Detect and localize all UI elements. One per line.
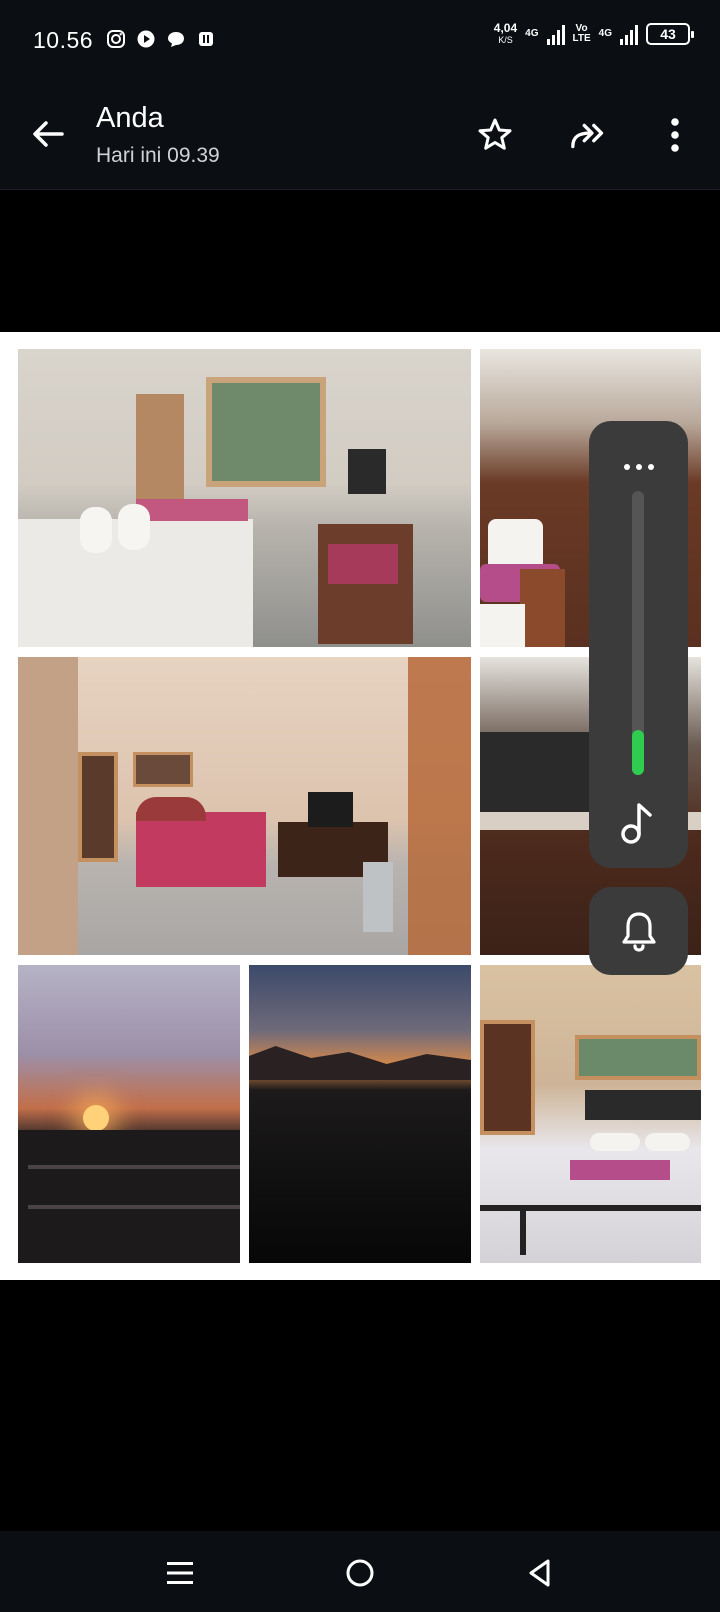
back-arrow-icon: [33, 121, 64, 147]
volte-indicator: Vo LTE: [573, 24, 591, 44]
back-button[interactable]: [28, 114, 68, 154]
volume-slider[interactable]: [632, 491, 644, 775]
sim2-label: 4G: [598, 28, 612, 39]
sim1-signal-icon: [546, 23, 565, 45]
system-navigation-bar: [0, 1531, 720, 1612]
photo-tile-sunset-hills: [249, 965, 471, 1263]
ringer-mode-button[interactable]: [589, 887, 688, 975]
nav-home-button[interactable]: [340, 1553, 380, 1593]
play-icon: [137, 30, 155, 48]
back-icon: [529, 1559, 550, 1587]
forward-button[interactable]: [569, 114, 611, 156]
sender-name: Anda: [96, 102, 164, 134]
music-note-icon: [621, 803, 652, 844]
more-vert-icon: [671, 118, 679, 152]
message-timestamp: Hari ini 09.39: [96, 144, 220, 167]
volume-slider-fill: [632, 729, 644, 775]
sim2-signal-icon: [620, 23, 638, 45]
app-icon: [199, 32, 213, 46]
photo-tile-sunset-balcony: [18, 965, 240, 1263]
media-viewer-header: Anda Hari ini 09.39: [0, 80, 720, 190]
network-speed-value: 4,04: [493, 21, 518, 35]
nav-back-button[interactable]: [520, 1553, 560, 1593]
volume-more-button[interactable]: [589, 455, 688, 478]
photo-tile-bedroom-bed: [480, 965, 701, 1263]
more-options-button[interactable]: [654, 114, 696, 156]
bell-icon: [621, 912, 656, 952]
star-button[interactable]: [474, 114, 516, 156]
volume-panel[interactable]: [589, 421, 688, 868]
status-bar: 10.56 4,04 K/S 4G Vo LTE 4G 43: [0, 0, 720, 80]
photo-tile-bedroom-tv: [18, 657, 471, 955]
network-speed: 4,04 K/S: [494, 22, 517, 46]
more-horiz-icon: [623, 464, 654, 470]
volte-bottom: LTE: [572, 33, 591, 44]
notification-icons: [106, 29, 216, 49]
home-icon: [346, 1559, 374, 1587]
status-time: 10.56: [33, 27, 94, 53]
battery-level: 43: [660, 26, 676, 42]
status-indicators: 4,04 K/S 4G Vo LTE 4G 43: [494, 22, 694, 46]
menu-icon: [167, 1562, 193, 1584]
sim1-label: 4G: [525, 28, 539, 39]
media-volume-button[interactable]: [618, 799, 658, 845]
nav-menu-button[interactable]: [160, 1553, 200, 1593]
network-speed-unit: K/S: [498, 35, 513, 45]
star-icon: [478, 118, 512, 150]
forward-icon: [571, 123, 604, 149]
battery-icon: 43: [646, 23, 694, 45]
photo-tile-bedroom-window: [18, 349, 471, 647]
chat-icon: [168, 32, 184, 47]
instagram-icon: [107, 30, 125, 48]
